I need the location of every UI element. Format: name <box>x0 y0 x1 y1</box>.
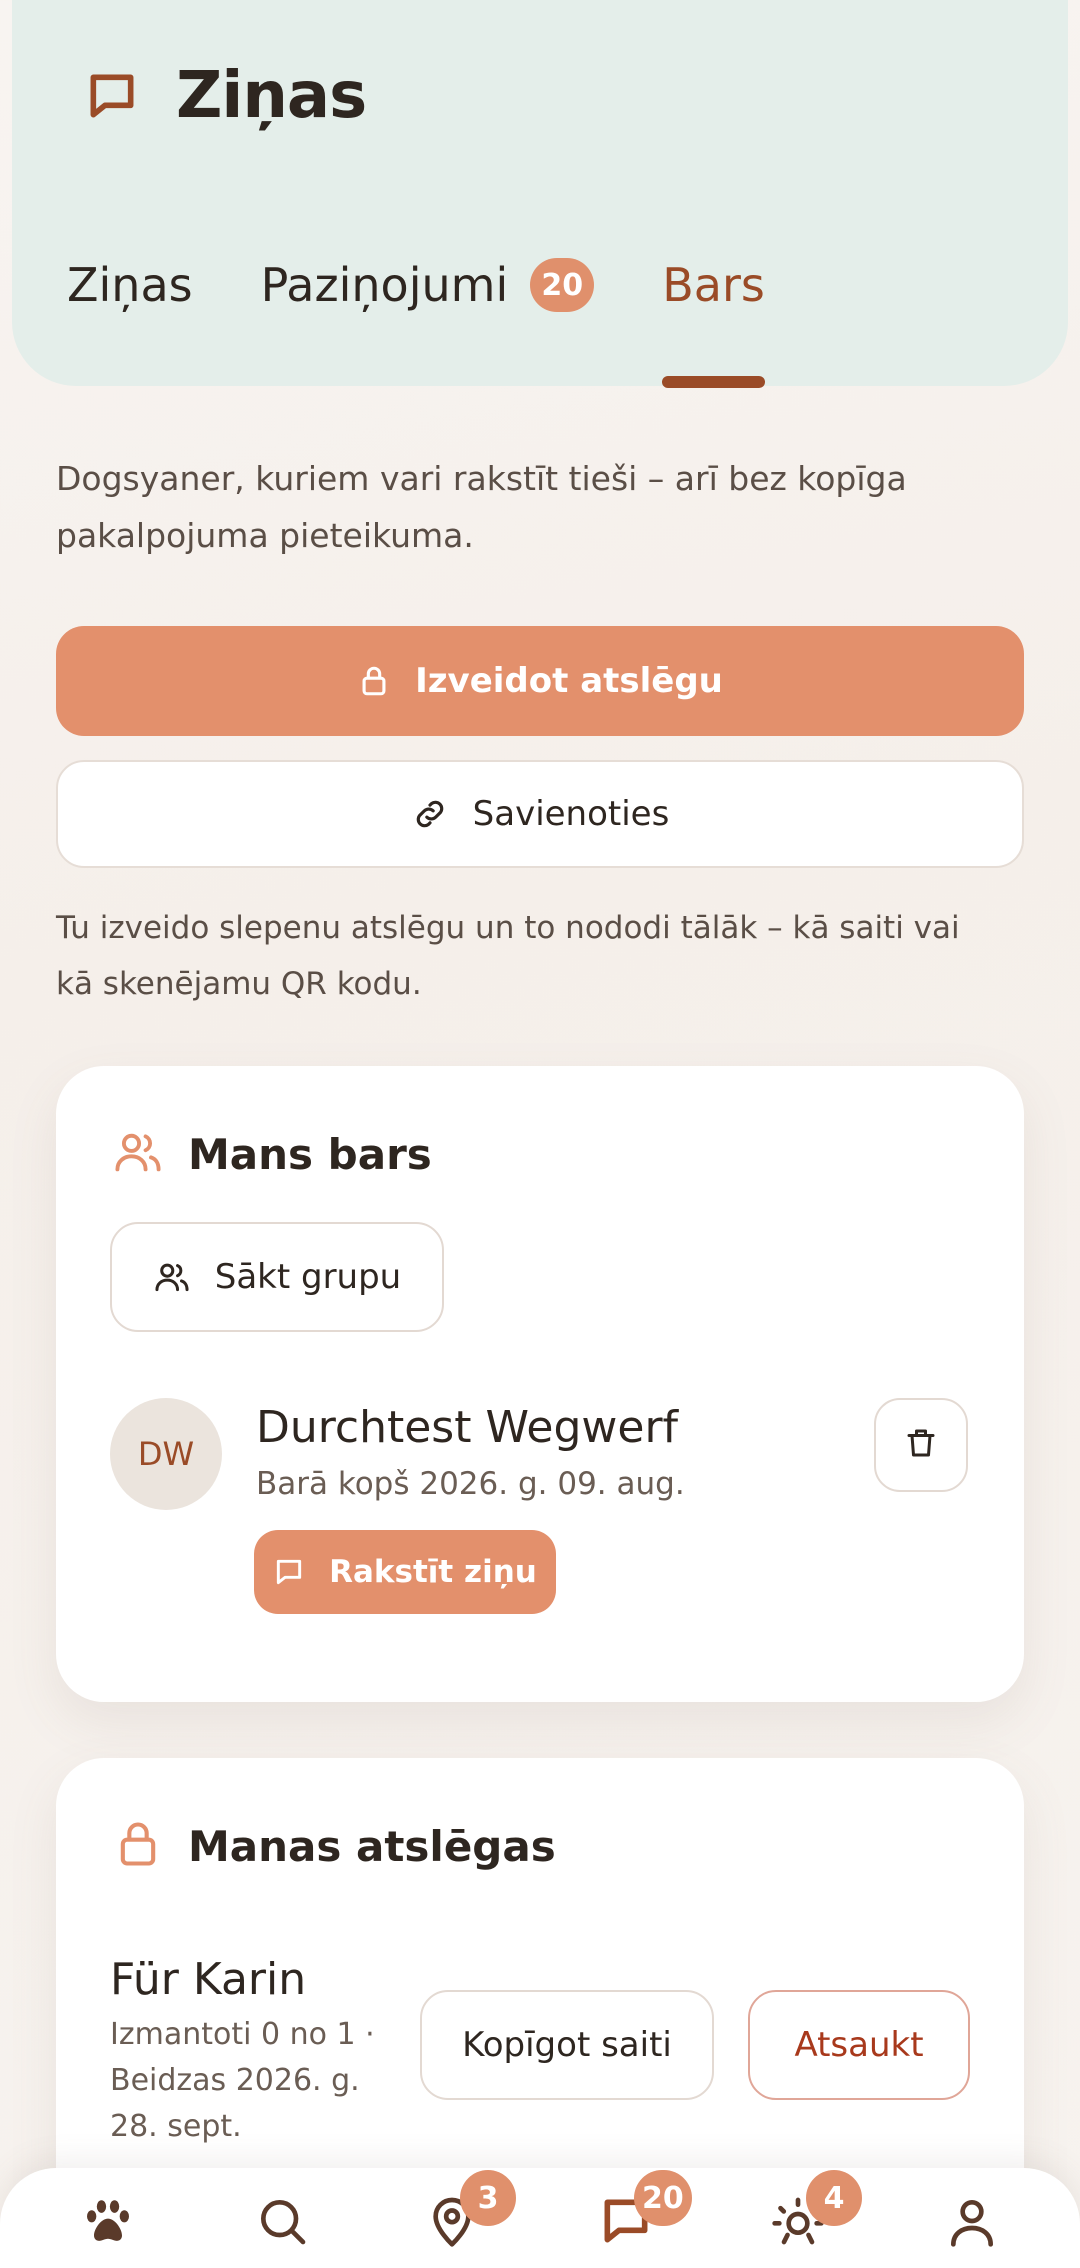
create-key-label: Izveidot atslēgu <box>415 661 723 701</box>
revoke-button[interactable]: Atsaukt <box>748 1990 970 2100</box>
nav-item-activity[interactable]: 4 <box>758 2170 862 2258</box>
chat-bubble-icon <box>273 1556 305 1588</box>
search-icon <box>254 2193 310 2253</box>
nav-item-places[interactable]: 3 <box>412 2170 516 2258</box>
write-message-button[interactable]: Rakstīt ziņu <box>254 1530 556 1614</box>
page-header: Ziņas Ziņas Paziņojumi 20 Bars <box>12 0 1068 388</box>
notifications-count-badge: 20 <box>530 258 595 312</box>
title-row: Ziņas <box>74 58 367 134</box>
tab-messages[interactable]: Ziņas <box>67 258 193 312</box>
tab-label: Ziņas <box>67 258 193 312</box>
active-tab-indicator <box>662 376 765 388</box>
nav-item-pets[interactable] <box>68 2188 148 2258</box>
chat-bubble-icon <box>74 58 150 134</box>
page-title: Ziņas <box>176 59 367 133</box>
revoke-label: Atsaukt <box>794 2025 924 2065</box>
my-pack-card: Mans bars Sākt grupu DW Durchtest Wegwer… <box>56 1066 1024 1702</box>
users-icon <box>112 1126 164 1182</box>
share-link-button[interactable]: Kopīgot saiti <box>420 1990 714 2100</box>
tab-bar: Ziņas Paziņojumi 20 Bars <box>67 258 833 388</box>
places-count-badge: 3 <box>460 2170 516 2226</box>
share-link-label: Kopīgot saiti <box>462 2025 672 2065</box>
card-title: Manas atslēgas <box>188 1821 556 1871</box>
avatar: DW <box>110 1398 222 1510</box>
connect-button[interactable]: Savienoties <box>56 760 1024 868</box>
nav-item-profile[interactable] <box>932 2188 1012 2258</box>
start-group-label: Sākt grupu <box>214 1257 402 1297</box>
bottom-nav: 3 20 4 <box>0 2168 1080 2268</box>
paw-icon <box>80 2193 136 2253</box>
start-group-button[interactable]: Sākt grupu <box>110 1222 444 1332</box>
nav-item-search[interactable] <box>242 2188 322 2258</box>
tab-label: Bars <box>662 258 765 312</box>
nav-item-messages[interactable]: 20 <box>586 2170 692 2258</box>
key-meta: Izmantoti 0 no 1 · Beidzas 2026. g. 28. … <box>110 2017 375 2144</box>
lock-icon <box>357 664 391 698</box>
link-icon <box>411 795 449 833</box>
lock-icon <box>112 1818 164 1874</box>
tab-label: Paziņojumi <box>260 258 509 312</box>
tab-pack[interactable]: Bars <box>662 258 765 388</box>
key-info-note: Tu izveido slepenu atslēgu un to nododi … <box>56 910 960 1002</box>
profile-icon <box>944 2193 1000 2253</box>
intro-text: Dogsyaner, kuriem vari rakstīt tieši – a… <box>56 459 907 555</box>
trash-icon <box>903 1425 939 1465</box>
card-title-row: Manas atslēgas <box>112 1818 556 1874</box>
card-title: Mans bars <box>188 1129 432 1179</box>
member-since: Barā kopš 2026. g. 09. aug. <box>256 1466 685 1502</box>
key-name: Für Karin <box>110 1954 307 2005</box>
card-title-row: Mans bars <box>112 1126 432 1182</box>
activity-count-badge: 4 <box>806 2170 862 2226</box>
connect-label: Savienoties <box>472 794 670 834</box>
users-icon <box>153 1258 191 1296</box>
create-key-button[interactable]: Izveidot atslēgu <box>56 626 1024 736</box>
messages-count-badge: 20 <box>634 2170 692 2226</box>
write-message-label: Rakstīt ziņu <box>329 1554 537 1590</box>
tab-notifications[interactable]: Paziņojumi 20 <box>261 258 595 312</box>
remove-member-button[interactable] <box>874 1398 968 1492</box>
member-name: Durchtest Wegwerf <box>256 1402 679 1453</box>
